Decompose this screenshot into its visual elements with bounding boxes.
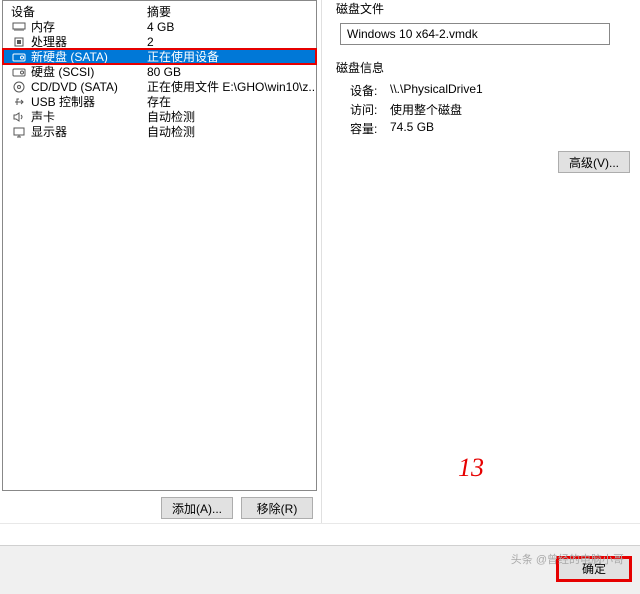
disk-info-group: 磁盘信息 设备: \\.\PhysicalDrive1 访问: 使用整个磁盘 容… [336, 59, 630, 137]
device-name: CD/DVD (SATA) [31, 80, 147, 94]
device-summary: 80 GB [147, 65, 316, 79]
device-summary: 4 GB [147, 20, 316, 34]
info-capacity-value: 74.5 GB [390, 120, 630, 137]
device-panel: 设备 摘要 内存 4 GB 处理器 2 新硬盘 (SATA) 正在使用设备 硬盘… [0, 0, 322, 523]
disk-file-group: 磁盘文件 Windows 10 x64-2.vmdk [336, 0, 630, 45]
info-access-value: 使用整个磁盘 [390, 101, 630, 118]
device-list: 设备 摘要 内存 4 GB 处理器 2 新硬盘 (SATA) 正在使用设备 硬盘… [2, 0, 317, 491]
device-summary: 正在使用设备 [147, 48, 316, 65]
disk-icon [11, 65, 27, 79]
disk-file-field[interactable]: Windows 10 x64-2.vmdk [340, 23, 610, 45]
cpu-icon [11, 35, 27, 49]
device-row[interactable]: 硬盘 (SCSI) 80 GB [3, 64, 316, 79]
device-row[interactable]: 内存 4 GB [3, 19, 316, 34]
disk-file-title: 磁盘文件 [336, 0, 630, 17]
disk-icon [11, 50, 27, 64]
list-buttons: 添加(A)... 移除(R) [0, 491, 321, 523]
watermark-text: 头条 @曾经的电脑小哥 [511, 551, 624, 567]
advanced-button[interactable]: 高级(V)... [558, 151, 630, 173]
device-row[interactable]: 显示器 自动检测 [3, 124, 316, 139]
device-row[interactable]: CD/DVD (SATA) 正在使用文件 E:\GHO\win10\z... [3, 79, 316, 94]
device-summary: 2 [147, 35, 316, 49]
info-capacity-label: 容量: [350, 120, 390, 137]
device-row[interactable]: 处理器 2 [3, 34, 316, 49]
detail-panel: 磁盘文件 Windows 10 x64-2.vmdk 磁盘信息 设备: \\.\… [322, 0, 640, 523]
disk-info-title: 磁盘信息 [336, 59, 630, 76]
memory-icon [11, 20, 27, 34]
add-button[interactable]: 添加(A)... [161, 497, 233, 519]
device-row[interactable]: 声卡 自动检测 [3, 109, 316, 124]
list-header: 设备 摘要 [3, 1, 316, 19]
device-row[interactable]: USB 控制器 存在 [3, 94, 316, 109]
usb-icon [11, 95, 27, 109]
sound-icon [11, 110, 27, 124]
remove-button[interactable]: 移除(R) [241, 497, 313, 519]
device-row[interactable]: 新硬盘 (SATA) 正在使用设备 [3, 49, 316, 64]
display-icon [11, 125, 27, 139]
header-summary: 摘要 [147, 3, 316, 19]
header-device: 设备 [11, 3, 147, 19]
cd-icon [11, 80, 27, 94]
device-name: 显示器 [31, 123, 147, 140]
annotation-number: 13 [458, 453, 484, 483]
info-device-value: \\.\PhysicalDrive1 [390, 82, 630, 99]
info-access-label: 访问: [350, 101, 390, 118]
device-name: 硬盘 (SCSI) [31, 63, 147, 80]
info-device-label: 设备: [350, 82, 390, 99]
dialog-footer: 确定 头条 @曾经的电脑小哥 [0, 545, 640, 591]
device-summary: 自动检测 [147, 123, 316, 140]
